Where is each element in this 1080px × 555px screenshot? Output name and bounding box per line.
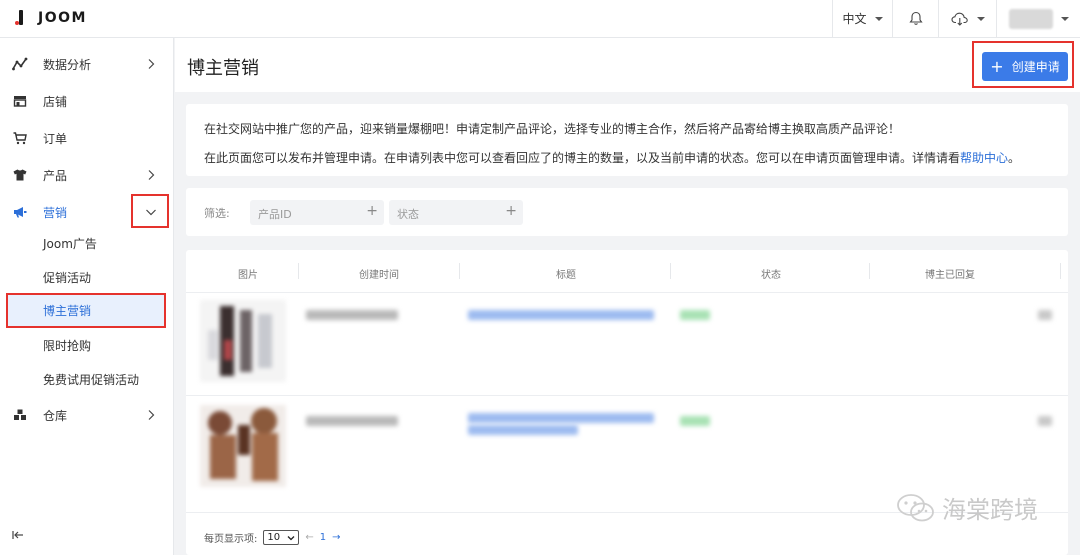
pagination: 每页显示项: 10 ← 1 →: [204, 530, 341, 545]
per-page-label: 每页显示项:: [204, 534, 258, 545]
sidebar-item-label: 仓库: [43, 408, 68, 423]
sidebar-item-analytics[interactable]: 数据分析: [0, 46, 174, 82]
product-id-filter-label: 产品ID: [258, 208, 292, 221]
sidebar-subitem-label: 博主营销: [43, 304, 92, 318]
joom-logo-mark: [15, 10, 24, 26]
shirt-icon: [12, 167, 28, 183]
sidebar-subitem-label: 免费试用促销活动: [43, 372, 140, 387]
create-request-label: 创建申请: [1011, 60, 1060, 74]
chevron-down-icon: [287, 535, 295, 540]
column-header-status: 状态: [761, 270, 781, 281]
language-label: 中文: [842, 12, 867, 26]
analytics-icon: [12, 56, 28, 72]
bell-icon: [908, 11, 923, 25]
collapse-sidebar-icon[interactable]: [12, 529, 24, 541]
help-center-link[interactable]: 帮助中心: [960, 151, 1008, 165]
megaphone-icon: [12, 204, 28, 220]
sidebar-item-label: 数据分析: [43, 57, 92, 72]
status-filter[interactable]: 状态 +: [389, 200, 523, 225]
sidebar-subitem-influencer-marketing[interactable]: 博主营销: [6, 293, 166, 328]
column-header-created[interactable]: 创建时间: [359, 266, 399, 281]
column-header-replies: 博主已回复: [925, 270, 975, 281]
wechat-icon: [897, 493, 934, 521]
create-button-highlight-box: + 创建申请: [972, 41, 1074, 88]
info-text-line2: 在此页面您可以发布并管理申请。在申请列表中您可以查看回应了的博主的数量，以及当前…: [204, 149, 1020, 166]
chevron-down-icon: [1060, 16, 1069, 21]
sidebar-subitem-joom-ads[interactable]: Joom广告: [0, 228, 174, 258]
info-card: 在社交网站中推广您的产品，迎来销量爆棚吧！申请定制产品评论，选择专业的博主合作，…: [186, 104, 1068, 176]
chevron-down-icon: [976, 16, 985, 21]
info-text-line1: 在社交网站中推广您的产品，迎来销量爆棚吧！申请定制产品评论，选择专业的博主合作，…: [204, 122, 901, 136]
next-page-button[interactable]: →: [332, 532, 340, 543]
sidebar-item-store[interactable]: 店铺: [0, 83, 174, 119]
plus-icon: +: [990, 56, 1004, 76]
page-title: 博主营销: [187, 58, 259, 79]
watermark-text: 海棠跨境: [942, 496, 1038, 524]
sidebar-subitem-free-trial[interactable]: 免费试用促销活动: [0, 364, 174, 394]
chevron-down-icon: [874, 16, 883, 21]
sidebar-item-label: 产品: [43, 168, 68, 183]
sidebar-item-label: 店铺: [43, 94, 68, 109]
sidebar-subitem-label: 促销活动: [43, 270, 92, 285]
top-bar: JOOM 中文: [0, 0, 1080, 38]
filter-bar: 筛选: 产品ID + 状态 +: [186, 188, 1068, 236]
store-icon: [12, 93, 28, 109]
chevron-right-icon: [148, 59, 155, 69]
create-request-button[interactable]: + 创建申请: [982, 52, 1068, 81]
joom-logo[interactable]: JOOM: [15, 10, 87, 26]
info-text-line2-end: 。: [1008, 151, 1021, 165]
sidebar-subitem-flash-sale[interactable]: 限时抢购: [0, 330, 174, 360]
warehouse-icon: [12, 407, 28, 423]
per-page-value: 10: [267, 532, 281, 543]
plus-icon: +: [505, 203, 517, 219]
sidebar-subitem-promotions[interactable]: 促销活动: [0, 262, 174, 292]
sidebar: 数据分析 店铺 订单 产品 营销 Joom广告 促销活动 博主营销 限时抢购 免…: [0, 38, 174, 555]
info-text-line2-body: 在此页面您可以发布并管理申请。在申请列表中您可以查看回应了的博主的数量，以及当前…: [204, 151, 961, 165]
per-page-select[interactable]: 10: [263, 530, 300, 545]
chevron-right-icon: [148, 170, 155, 180]
expand-highlight-box: [131, 194, 169, 228]
plus-icon: +: [366, 203, 378, 219]
sidebar-subitem-label: Joom广告: [43, 236, 97, 251]
avatar: [1008, 8, 1053, 29]
sidebar-item-label: 营销: [43, 205, 68, 220]
column-header-title: 标题: [556, 270, 576, 281]
prev-page-button[interactable]: ←: [305, 532, 313, 543]
current-page[interactable]: 1: [320, 532, 326, 543]
watermark: 海棠跨境: [896, 490, 1038, 525]
column-header-image: 图片: [238, 270, 258, 281]
sidebar-item-products[interactable]: 产品: [0, 157, 174, 193]
filter-label: 筛选:: [204, 207, 230, 220]
product-id-filter[interactable]: 产品ID +: [250, 200, 384, 225]
cart-icon: [12, 130, 28, 146]
language-selector[interactable]: 中文: [832, 0, 892, 37]
chevron-right-icon: [148, 410, 155, 420]
sidebar-item-label: 订单: [43, 131, 68, 146]
product-thumbnail[interactable]: [200, 300, 286, 382]
notifications-button[interactable]: [892, 0, 938, 37]
cloud-download-icon: [950, 12, 968, 26]
status-filter-label: 状态: [397, 208, 419, 221]
sidebar-item-orders[interactable]: 订单: [0, 120, 174, 156]
cloud-download-menu[interactable]: [938, 0, 996, 37]
sidebar-item-warehouse[interactable]: 仓库: [0, 397, 174, 433]
account-menu[interactable]: [996, 0, 1080, 37]
brand-name: JOOM: [38, 10, 87, 26]
sidebar-subitem-label: 限时抢购: [43, 338, 92, 353]
product-thumbnail[interactable]: [200, 405, 286, 487]
page-header: 博主营销 + 创建申请: [175, 38, 1080, 92]
